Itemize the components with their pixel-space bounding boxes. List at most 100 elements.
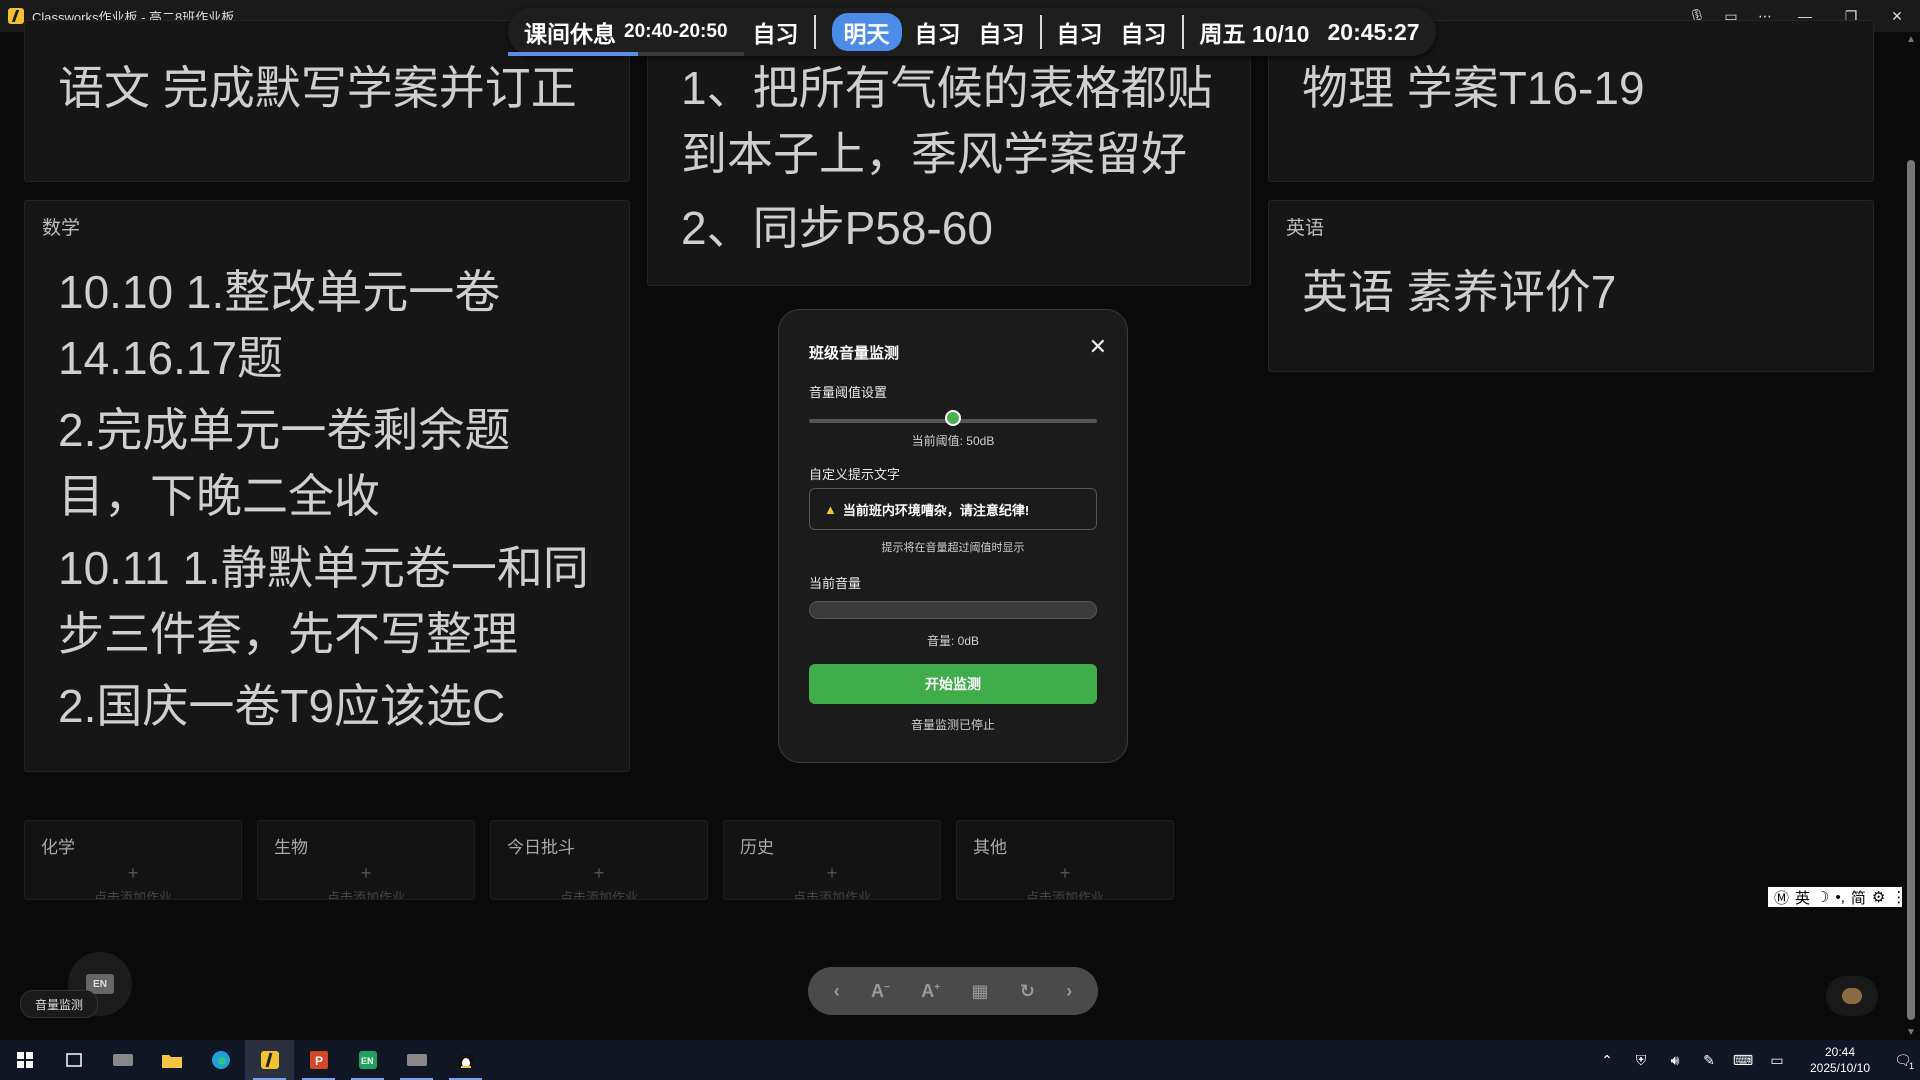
- refresh-icon[interactable]: ↻: [1020, 981, 1035, 1002]
- scroll-up-icon[interactable]: ▲: [1902, 34, 1920, 45]
- custom-text-value: 当前班内环境嘈杂，请注意纪律!: [842, 502, 1030, 518]
- current-volume-label: 当前音量: [809, 576, 862, 591]
- empty-card-subject: 生物: [274, 838, 308, 857]
- add-icon: +: [127, 863, 139, 883]
- empty-card-history[interactable]: 历史 + 点击添加作业: [723, 820, 941, 900]
- volume-monitor-pill[interactable]: 音量监测: [20, 990, 99, 1018]
- task-view-icon: [65, 1053, 82, 1067]
- card-math[interactable]: 数学 10.10 1.整改单元一卷 14.16.17题 2.完成单元一卷剩余题 …: [24, 200, 630, 772]
- current-period-label: 课间休息: [524, 21, 616, 47]
- clock-display: 20:45:27: [1327, 18, 1420, 45]
- app-thumbnail-icon: [406, 1054, 427, 1066]
- schedule-slot: 自习: [752, 21, 799, 47]
- ime-punctuation-icon[interactable]: •,: [1835, 889, 1844, 906]
- taskbar-edge[interactable]: [196, 1040, 245, 1080]
- taskbar-app-2[interactable]: [392, 1040, 441, 1080]
- card-chinese-body: 语文 完成默写学案并订正: [58, 55, 577, 121]
- bottom-toolbar: ‹ A− A+ ▦ ↻ ›: [808, 967, 1098, 1015]
- empty-card-chemistry[interactable]: 化学 + 点击添加作业: [24, 820, 242, 900]
- ime-mode-icon[interactable]: Ⓜ: [1774, 887, 1789, 908]
- taskbar-app-1[interactable]: [98, 1040, 147, 1080]
- add-icon: +: [826, 863, 838, 883]
- scroll-down-icon[interactable]: ▼: [1902, 1027, 1920, 1038]
- scrollbar-thumb[interactable]: [1907, 160, 1915, 1020]
- taskbar-powerpoint[interactable]: P: [294, 1040, 343, 1080]
- card-line: 14.16.17题: [58, 332, 284, 384]
- task-view-button[interactable]: [49, 1040, 98, 1080]
- card-line: 英语 素养评价7: [1302, 266, 1617, 318]
- card-math-subject: 数学: [42, 218, 81, 239]
- card-english[interactable]: 英语 英语 素养评价7: [1268, 200, 1874, 372]
- notification-icon[interactable]: 🗨︎ 1: [1886, 1052, 1920, 1071]
- previous-day-icon[interactable]: ‹: [834, 981, 840, 1002]
- avatar-button[interactable]: [1826, 976, 1878, 1016]
- shield-icon[interactable]: ⛨: [1624, 1052, 1658, 1069]
- threshold-slider-thumb[interactable]: [945, 410, 961, 426]
- chevron-up-icon[interactable]: ⌃: [1590, 1052, 1624, 1069]
- current-period-time: 20:40-20:50: [624, 21, 728, 42]
- empty-card-other[interactable]: 其他 + 点击添加作业: [956, 820, 1174, 900]
- volume-monitor-dialog: 班级音量监测 ✕ 音量阈值设置 当前阈值: 50dB 自定义提示文字 ▲ 当前班…: [778, 309, 1128, 763]
- ime-simplified-toggle[interactable]: 简: [1851, 887, 1866, 908]
- card-line: 10.11 1.静默单元卷一和同: [58, 542, 589, 594]
- empty-card-subject: 其他: [973, 838, 1007, 857]
- ime-settings-icon[interactable]: ⚙: [1872, 888, 1885, 906]
- monitor-status: 音量监测已停止: [910, 718, 995, 732]
- schedule-slot: 自习: [978, 21, 1025, 47]
- avatar-icon: [1842, 988, 1862, 1004]
- ime-language-toggle[interactable]: 英: [1795, 887, 1810, 908]
- card-geography-body: 1、把所有气候的表格都贴 到本子上，季风学案留好 2、同步P58-60: [681, 55, 1213, 261]
- empty-card-today-review[interactable]: 今日批斗 + 点击添加作业: [490, 820, 708, 900]
- current-period: 课间休息 20:40-20:50: [508, 8, 744, 56]
- svg-text:P: P: [315, 1054, 323, 1068]
- next-day-icon[interactable]: ›: [1066, 981, 1072, 1002]
- classworks-taskbar-icon: [260, 1051, 279, 1069]
- schedule-slot: 自习: [1120, 21, 1167, 47]
- threshold-value-text: 当前阈值: 50dB: [911, 434, 995, 448]
- custom-text-label: 自定义提示文字: [809, 467, 901, 482]
- close-window-button[interactable]: ✕: [1874, 0, 1920, 32]
- custom-text-input[interactable]: ▲ 当前班内环境嘈杂，请注意纪律!: [809, 488, 1097, 530]
- ime-toolbar: Ⓜ 英 ☽ •, 简 ⚙ ⋮: [1768, 887, 1920, 907]
- add-homework-hint: 点击添加作业: [1025, 890, 1104, 900]
- card-line: 步三件套，先不写整理: [58, 608, 518, 660]
- empty-card-subject: 化学: [41, 838, 75, 857]
- volume-meter: [809, 601, 1097, 619]
- close-icon[interactable]: ✕: [1089, 334, 1107, 360]
- card-geography[interactable]: 1、把所有气候的表格都贴 到本子上，季风学案留好 2、同步P58-60: [647, 20, 1251, 286]
- windows-taskbar: P EN ⌃ ⛨ 🔊︎ ✎ ⌨ ▭ 20:44 2025/10/10 🗨︎ 1: [0, 1040, 1920, 1080]
- current-volume-text: 音量: 0dB: [926, 634, 980, 648]
- font-decrease-icon[interactable]: A−: [871, 981, 890, 1002]
- warning-icon: ▲: [824, 501, 837, 517]
- classworks-app-icon: [8, 8, 24, 24]
- card-physics-body: 物理 学案T16-19: [1302, 55, 1645, 121]
- taskbar-clock[interactable]: 20:44 2025/10/10: [1794, 1044, 1886, 1076]
- card-line: 物理 学案T16-19: [1302, 62, 1645, 114]
- schedule-divider: [1181, 15, 1184, 49]
- page-scrollbar[interactable]: ▲ ▼: [1902, 32, 1920, 1040]
- taskbar-file-explorer[interactable]: [147, 1040, 196, 1080]
- display-icon[interactable]: ▭: [1760, 1052, 1794, 1069]
- taskbar-classworks[interactable]: [245, 1040, 294, 1080]
- date-display: 周五 10/10: [1199, 21, 1310, 47]
- empty-card-subject: 今日批斗: [507, 838, 575, 857]
- period-progress-bar: [508, 52, 744, 56]
- en-app-icon: EN: [358, 1051, 377, 1069]
- speaker-icon[interactable]: 🔊︎: [1658, 1052, 1692, 1069]
- windows-logo-icon: [16, 1052, 33, 1068]
- empty-card-subject: 历史: [740, 838, 774, 857]
- font-increase-icon[interactable]: A+: [921, 981, 940, 1002]
- start-monitor-button[interactable]: 开始监测: [809, 664, 1097, 704]
- ime-halfwidth-icon[interactable]: ☽: [1816, 888, 1829, 906]
- schedule-bar: 课间休息 20:40-20:50 自习 明天 自习 自习 自习 自习 周五 10…: [508, 8, 1436, 56]
- notification-count: 1: [1908, 1060, 1914, 1071]
- taskbar-date: 2025/10/10: [1809, 1061, 1871, 1075]
- taskbar-en-app[interactable]: EN: [343, 1040, 392, 1080]
- start-button[interactable]: [0, 1040, 49, 1080]
- keyboard-icon[interactable]: ⌨: [1726, 1052, 1760, 1069]
- empty-card-biology[interactable]: 生物 + 点击添加作业: [257, 820, 475, 900]
- calendar-icon[interactable]: ▦: [971, 981, 988, 1002]
- card-math-body: 10.10 1.整改单元一卷 14.16.17题 2.完成单元一卷剩余题 目，下…: [58, 259, 589, 739]
- pen-icon[interactable]: ✎: [1692, 1052, 1726, 1069]
- taskbar-qq[interactable]: [441, 1040, 490, 1080]
